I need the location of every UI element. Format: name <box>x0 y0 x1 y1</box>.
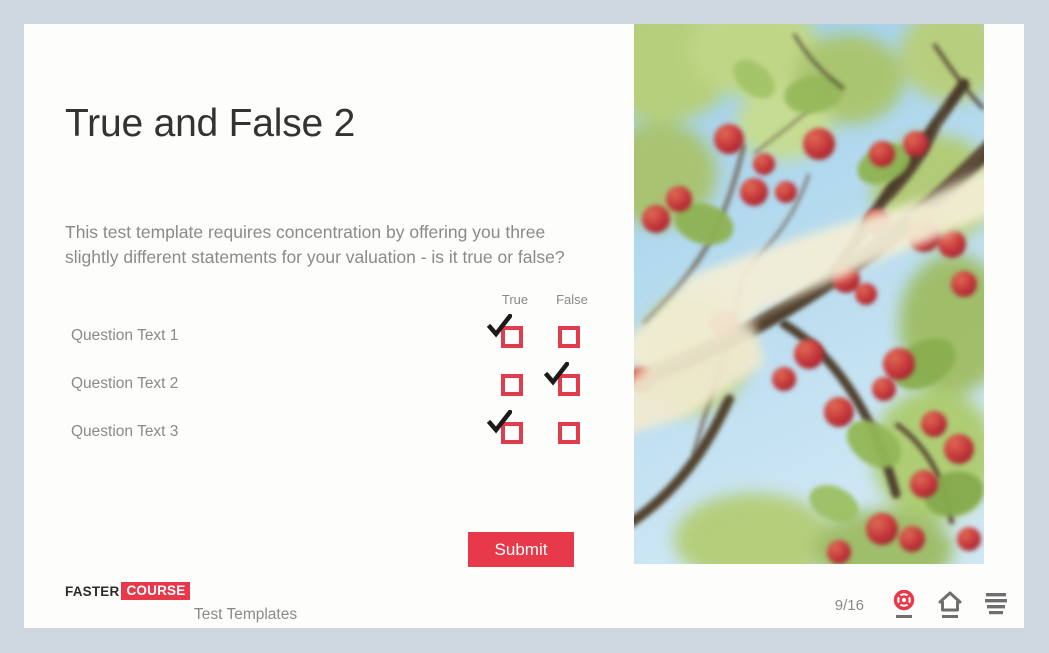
checkbox-box <box>501 422 523 444</box>
quiz-row: Question Text 2 <box>65 362 600 410</box>
checkbox-q3-true[interactable] <box>485 410 545 447</box>
checkbox-box <box>558 374 580 396</box>
checkbox-box <box>501 374 523 396</box>
brand-faster-text: FASTER <box>65 583 120 599</box>
checkbox-q2-false[interactable] <box>542 362 602 399</box>
icon-underbar <box>896 615 912 618</box>
column-header-false: False <box>556 292 588 307</box>
submit-button[interactable]: Submit <box>468 532 574 567</box>
footer-subtitle: Test Templates <box>194 606 298 623</box>
footer: FASTER COURSE Test Templates 9/16 <box>24 564 1024 628</box>
checkbox-box <box>501 326 523 348</box>
page-counter: 9/16 <box>834 596 864 614</box>
slide-card: True and False 2 This test template requ… <box>24 24 1024 628</box>
brand-course-badge: COURSE <box>121 582 191 600</box>
icon-underbar <box>942 615 958 618</box>
checkbox-box <box>558 326 580 348</box>
checkbox-q1-false[interactable] <box>542 323 602 351</box>
question-label: Question Text 3 <box>71 423 179 440</box>
menu-icon[interactable] <box>982 590 1010 620</box>
question-label: Question Text 1 <box>71 327 179 344</box>
home-icon[interactable] <box>936 590 964 620</box>
quiz-row: Question Text 3 <box>65 410 600 458</box>
quiz-header-row: True False <box>65 292 600 314</box>
quiz-table: True False Question Text 1 Question Text… <box>65 292 600 458</box>
help-lifebuoy-icon[interactable] <box>890 589 918 620</box>
quiz-row: Question Text 1 <box>65 314 600 362</box>
checkbox-q2-true[interactable] <box>485 371 545 399</box>
hero-image <box>634 24 984 564</box>
footer-controls: 9/16 <box>834 589 1010 620</box>
brand-logo: FASTER COURSE <box>65 582 191 600</box>
page-title: True and False 2 <box>65 102 356 145</box>
column-header-true: True <box>501 292 529 307</box>
checkbox-q3-false[interactable] <box>542 419 602 447</box>
checkbox-q1-true[interactable] <box>485 314 545 351</box>
intro-text: This test template requires concentratio… <box>65 222 565 267</box>
checkbox-box <box>558 422 580 444</box>
question-label: Question Text 2 <box>71 375 179 392</box>
content-column: True and False 2 This test template requ… <box>24 24 634 628</box>
